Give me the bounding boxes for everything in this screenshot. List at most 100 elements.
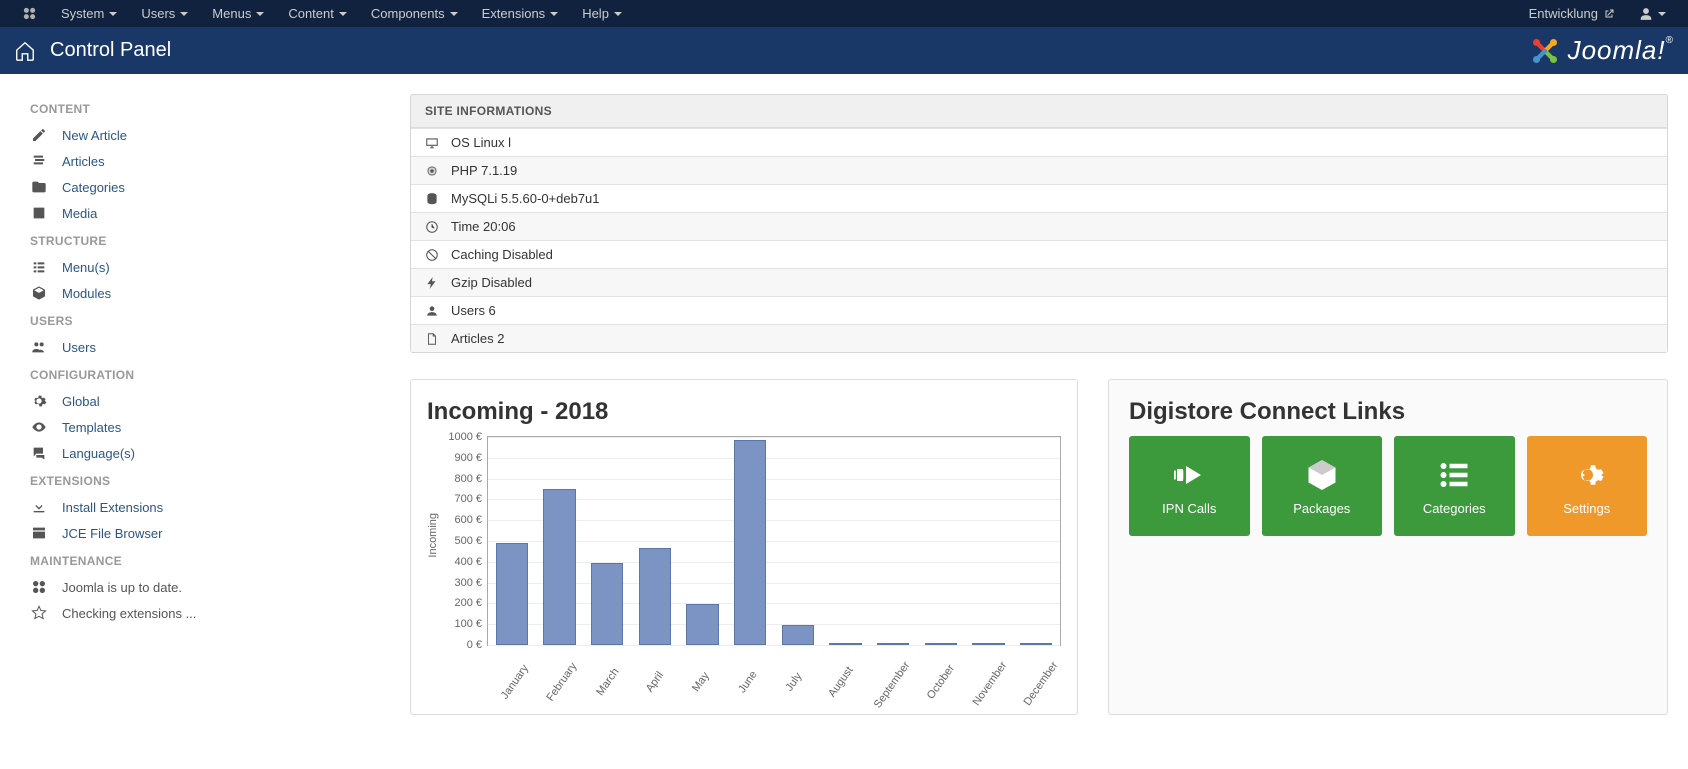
sidebar-heading: CONTENT — [30, 102, 396, 116]
sidebar-item-users[interactable]: Users — [30, 334, 396, 360]
tile-categories[interactable]: Categories — [1394, 436, 1515, 536]
sidebar-item-modules[interactable]: Modules — [30, 280, 396, 306]
top-navbar-user-menu[interactable] — [1627, 3, 1678, 25]
site-name-label: Entwicklung — [1529, 6, 1598, 21]
chart-x-tick: March — [590, 660, 627, 705]
chart-bar-slot — [679, 437, 727, 645]
top-menu-help[interactable]: Help — [570, 2, 634, 25]
sidebar-heading: CONFIGURATION — [30, 368, 396, 382]
chart-plot: 0 €100 €200 €300 €400 €500 €600 €700 €80… — [487, 436, 1061, 646]
chart-bar — [1020, 643, 1052, 645]
sidebar-item-label: JCE File Browser — [62, 526, 162, 541]
sidebar-heading: STRUCTURE — [30, 234, 396, 248]
stack-icon — [31, 153, 47, 169]
sidebar-item-install-extensions[interactable]: Install Extensions — [30, 494, 396, 520]
chart-bar — [639, 548, 671, 645]
comments-icon — [31, 445, 47, 461]
digistore-heading: Digistore Connect Links — [1129, 398, 1647, 426]
sidebar-item-new-article[interactable]: New Article — [30, 122, 396, 148]
bolt-icon — [425, 276, 439, 290]
sidebar-item-language-s-[interactable]: Language(s) — [30, 440, 396, 466]
chart-bar-slot — [822, 437, 870, 645]
chart-bar — [782, 625, 814, 645]
sidebar-item-templates[interactable]: Templates — [30, 414, 396, 440]
tile-settings[interactable]: Settings — [1527, 436, 1648, 536]
gear-big-icon — [1569, 457, 1605, 493]
sidebar-item-jce-file-browser[interactable]: JCE File Browser — [30, 520, 396, 546]
tile-label: Categories — [1423, 501, 1486, 516]
pencil-icon — [31, 127, 47, 143]
brand-logo[interactable]: Joomla!® — [1528, 34, 1674, 68]
site-info-text: Caching Disabled — [451, 247, 553, 262]
database-icon — [425, 192, 439, 206]
sidebar-item-categories[interactable]: Categories — [30, 174, 396, 200]
site-info-text: Articles 2 — [451, 331, 504, 346]
chart-y-tick: 500 € — [454, 535, 488, 547]
chart-y-tick: 0 € — [467, 639, 488, 651]
gear-icon — [31, 393, 47, 409]
main-content: SITE INFORMATIONS OS Linux lPHP 7.1.19My… — [410, 74, 1688, 735]
sidebar-item-articles[interactable]: Articles — [30, 148, 396, 174]
tile-ipn-calls[interactable]: IPN Calls — [1129, 436, 1250, 536]
sidebar-item-global[interactable]: Global — [30, 388, 396, 414]
chart-bar-slot — [1012, 437, 1060, 645]
site-info-row: Users 6 — [411, 296, 1667, 324]
chart-y-tick: 800 € — [454, 473, 488, 485]
top-menu-extensions[interactable]: Extensions — [470, 2, 571, 25]
sidebar-item-label: Menu(s) — [62, 260, 110, 275]
sidebar-item-label: Articles — [62, 154, 105, 169]
sidebar-item-label: Categories — [62, 180, 125, 195]
site-info-row: Time 20:06 — [411, 212, 1667, 240]
sidebar-item-checking-extensions-: Checking extensions ... — [30, 600, 396, 626]
joomla-logo-icon — [1528, 34, 1562, 68]
chart-y-tick: 600 € — [454, 514, 488, 526]
sidebar-item-menu-s-[interactable]: Menu(s) — [30, 254, 396, 280]
sidebar-item-label: Joomla is up to date. — [62, 580, 182, 595]
top-menu-content[interactable]: Content — [276, 2, 359, 25]
site-info-table: OS Linux lPHP 7.1.19MySQLi 5.5.60-0+deb7… — [411, 128, 1667, 352]
folder-icon — [31, 179, 47, 195]
sidebar-item-label: Media — [62, 206, 97, 221]
chart-bar — [591, 563, 623, 645]
sidebar-item-label: Users — [62, 340, 96, 355]
sidebar-item-label: Modules — [62, 286, 111, 301]
top-navbar-site-link[interactable]: Entwicklung — [1517, 2, 1627, 25]
clock-icon — [425, 220, 439, 234]
chart-bar — [829, 643, 861, 645]
caret-down-icon — [450, 12, 458, 16]
chart-bar — [496, 543, 528, 645]
sidebar-item-label: Language(s) — [62, 446, 135, 461]
top-menu-label: System — [61, 6, 104, 21]
chart-bar-slot — [583, 437, 631, 645]
site-info-row: Gzip Disabled — [411, 268, 1667, 296]
sidebar-item-label: Checking extensions ... — [62, 606, 196, 621]
site-info-row: MySQLi 5.5.60-0+deb7u1 — [411, 184, 1667, 212]
joomla-icon — [31, 579, 47, 595]
top-navbar-joomla-glyph[interactable] — [10, 2, 49, 25]
sidebar-item-media[interactable]: Media — [30, 200, 396, 226]
top-menu-label: Users — [141, 6, 175, 21]
chart-bar — [972, 643, 1004, 645]
chart-x-tick: April — [636, 660, 673, 705]
site-info-text: Gzip Disabled — [451, 275, 532, 290]
user-silhouette-icon — [1639, 7, 1653, 21]
top-menu-system[interactable]: System — [49, 2, 129, 25]
top-menu-components[interactable]: Components — [359, 2, 470, 25]
chart-bar — [686, 604, 718, 645]
chart-bar-slot — [869, 437, 917, 645]
sidebar: CONTENT New Article Articles Categories Medi… — [0, 74, 410, 735]
ban-icon — [425, 248, 439, 262]
star-icon — [31, 605, 47, 621]
chart-area: Incoming 0 €100 €200 €300 €400 €500 €600… — [427, 436, 1061, 706]
tile-packages[interactable]: Packages — [1262, 436, 1383, 536]
digistore-links-panel: Digistore Connect Links IPN CallsPackage… — [1108, 379, 1668, 715]
caret-down-icon — [339, 12, 347, 16]
list-big-icon — [1436, 457, 1472, 493]
chart-y-tick: 1000 € — [448, 431, 488, 443]
top-menu-menus[interactable]: Menus — [200, 2, 276, 25]
digistore-tiles: IPN CallsPackages Categories Settings — [1129, 436, 1647, 536]
chart-bar-slot — [536, 437, 584, 645]
top-menu-label: Content — [288, 6, 334, 21]
top-menu-users[interactable]: Users — [129, 2, 200, 25]
chart-y-tick: 900 € — [454, 452, 488, 464]
